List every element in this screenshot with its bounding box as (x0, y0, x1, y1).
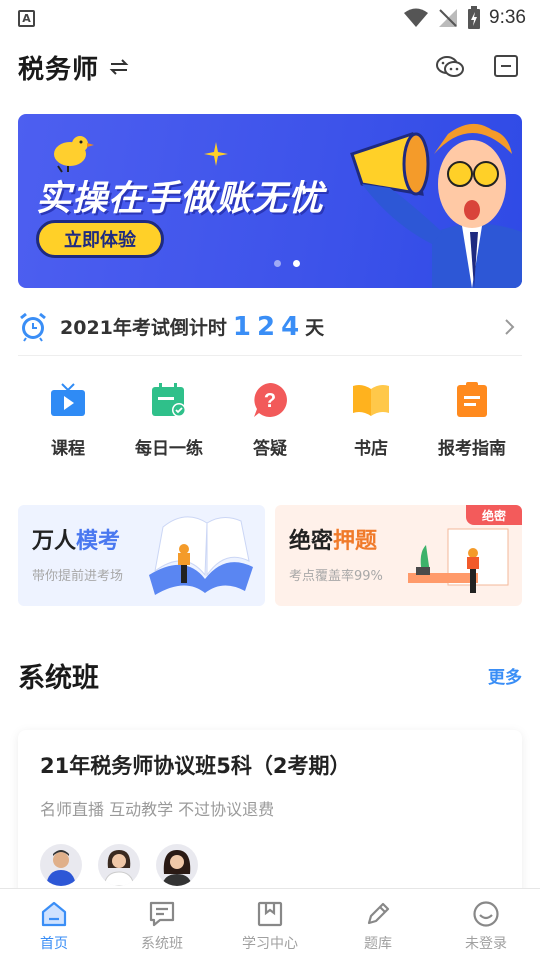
tab-study-center[interactable]: 学习中心 (216, 889, 324, 960)
status-icons: 9:36 (403, 6, 526, 30)
tab-profile[interactable]: 未登录 (432, 889, 540, 960)
alarm-clock-icon (20, 312, 46, 342)
status-notification-icon: A (18, 9, 35, 27)
pencil-icon (363, 899, 393, 929)
switch-icon[interactable] (109, 56, 131, 78)
nav-daily-practice[interactable]: 每日一练 (119, 380, 219, 459)
chevron-right-icon (505, 318, 515, 335)
tab-system-class[interactable]: 系统班 (108, 889, 216, 960)
nav-courses[interactable]: 课程 (18, 380, 118, 459)
exam-countdown[interactable]: 2021年考试倒计时 124 天 (18, 298, 522, 356)
tab-label: 题库 (364, 936, 392, 952)
exam-category-title[interactable]: 税务师 (18, 49, 99, 86)
secret-questions-card[interactable]: 绝密 绝密押题 考点覆盖率99% (275, 505, 522, 606)
svg-text:?: ? (264, 390, 276, 412)
pagination-dot-active[interactable] (293, 260, 300, 267)
teacher-avatars (40, 844, 500, 886)
bottom-tab-bar: 首页 系统班 学习中心 题库 未登录 (0, 888, 540, 960)
book-icon (351, 380, 391, 420)
countdown-label: 2021年考试倒计时 (60, 317, 227, 339)
hot-badge: 绝密 (466, 505, 522, 525)
section-header: 系统班 更多 (18, 656, 522, 695)
more-link[interactable]: 更多 (488, 663, 522, 688)
tab-question-bank[interactable]: 题库 (324, 889, 432, 960)
bookmark-book-icon (255, 899, 285, 929)
calendar-check-icon (149, 380, 189, 420)
sparkle-icon (204, 142, 228, 166)
countdown-days: 124 (232, 311, 306, 342)
bird-illustration (54, 136, 94, 173)
countdown-unit: 天 (305, 317, 325, 339)
tv-play-icon (48, 380, 88, 420)
app-header: 税务师 (0, 44, 540, 90)
nav-label: 每日一练 (135, 439, 203, 459)
nav-label: 报考指南 (438, 439, 506, 459)
chat-list-icon (147, 899, 177, 929)
avatar (40, 844, 82, 886)
battery-charging-icon (468, 6, 481, 29)
quick-nav: 课程 每日一练 ? 答疑 书店 报考指南 (18, 380, 522, 459)
tab-label: 首页 (40, 936, 68, 952)
avatar (156, 844, 198, 886)
wechat-icon[interactable] (434, 51, 466, 83)
nav-label: 答疑 (253, 439, 287, 459)
status-bar: A 9:36 (0, 0, 540, 36)
clipboard-icon (452, 380, 492, 420)
nav-label: 课程 (51, 439, 85, 459)
banner-title: 实操在手做账无忧 (36, 179, 325, 219)
nav-exam-guide[interactable]: 报考指南 (422, 380, 522, 459)
header-actions (434, 51, 522, 83)
try-now-button[interactable]: 立即体验 (36, 220, 164, 258)
mock-exam-card[interactable]: 万人模考 带你提前进考场 (18, 505, 265, 606)
no-signal-icon (439, 9, 458, 27)
course-subtitle: 名师直播 互动教学 不过协议退费 (40, 800, 275, 819)
megaphone-man-illustration (350, 123, 522, 288)
banner-pagination (274, 260, 300, 267)
home-icon (39, 899, 69, 929)
tab-label: 学习中心 (242, 936, 298, 952)
avatar (98, 844, 140, 886)
promo-cards: 万人模考 带你提前进考场 绝密 绝密押题 考点覆盖率99% (18, 505, 522, 606)
tab-home[interactable]: 首页 (0, 889, 108, 960)
question-icon: ? (250, 380, 290, 420)
nav-bookstore[interactable]: 书店 (321, 380, 421, 459)
section-title: 系统班 (18, 663, 99, 694)
status-time: 9:36 (489, 7, 526, 28)
message-icon[interactable] (490, 51, 522, 83)
tab-label: 系统班 (141, 936, 183, 952)
promo-banner[interactable]: 实操在手做账无忧 立即体验 (18, 114, 522, 288)
open-book-illustration (149, 516, 253, 595)
nav-qa[interactable]: ? 答疑 (220, 380, 320, 459)
course-card[interactable]: 21年税务师协议班5科（2考期） 名师直播 互动教学 不过协议退费 (18, 730, 522, 910)
course-title: 21年税务师协议班5科（2考期） (40, 754, 351, 778)
desk-illustration (408, 528, 509, 593)
wifi-icon (404, 8, 429, 27)
tab-label: 未登录 (465, 936, 507, 952)
pagination-dot[interactable] (274, 260, 281, 267)
smile-icon (471, 899, 501, 929)
nav-label: 书店 (354, 439, 388, 459)
